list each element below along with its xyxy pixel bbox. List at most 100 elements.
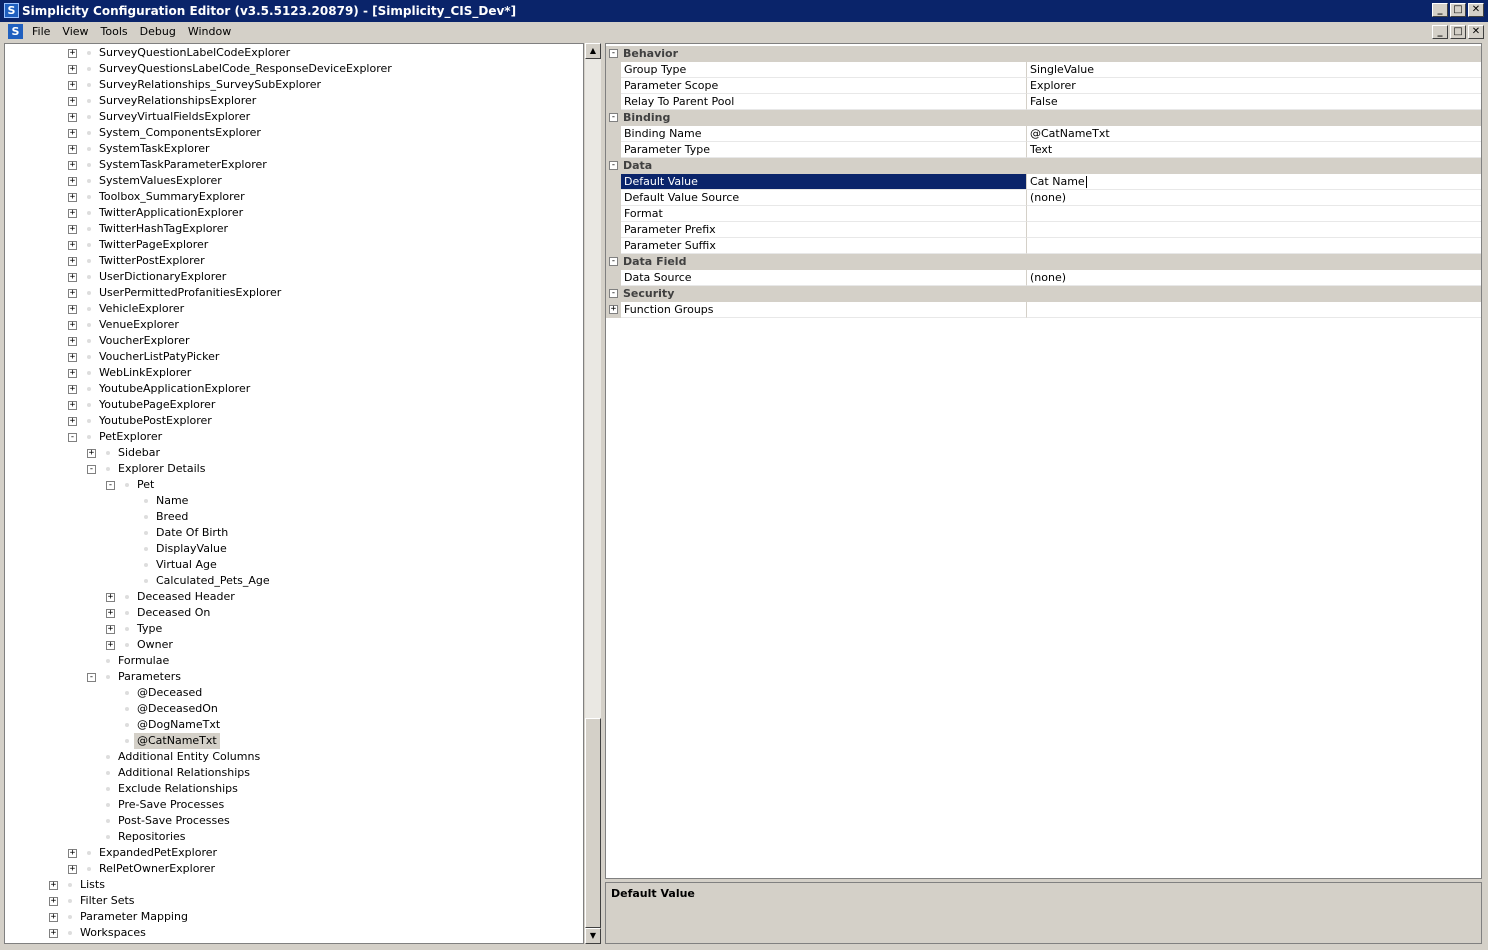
tree-node[interactable]: + VoucherListPatyPicker <box>5 349 583 365</box>
collapse-icon[interactable]: - <box>68 433 77 442</box>
expand-icon[interactable]: + <box>68 353 77 362</box>
property-name[interactable]: Default Value <box>621 174 1026 190</box>
property-value-editor[interactable]: Cat Name <box>1026 174 1481 190</box>
tree-node-label[interactable]: PetExplorer <box>99 429 162 445</box>
property-value[interactable]: False <box>1026 94 1481 110</box>
expand-icon[interactable]: + <box>49 913 58 922</box>
expand-icon[interactable]: + <box>68 369 77 378</box>
tree-node-label[interactable]: @DogNameTxt <box>137 717 220 733</box>
tree-node-label[interactable]: Filter Sets <box>80 893 135 909</box>
mdi-close-button[interactable]: ✕ <box>1468 25 1484 39</box>
property-row[interactable]: Relay To Parent Pool False <box>606 94 1481 110</box>
close-button[interactable]: ✕ <box>1468 3 1484 17</box>
tree-node[interactable]: + TwitterPageExplorer <box>5 237 583 253</box>
tree-node-label[interactable]: SystemTaskParameterExplorer <box>99 157 267 173</box>
expand-icon[interactable]: + <box>68 113 77 122</box>
expand-icon[interactable]: + <box>68 97 77 106</box>
tree-node-label[interactable]: Pet <box>137 477 154 493</box>
expand-icon[interactable]: + <box>68 145 77 154</box>
expand-icon[interactable]: + <box>68 401 77 410</box>
maximize-button[interactable]: □ <box>1450 3 1466 17</box>
tree-node[interactable]: + Parameter Mapping <box>5 909 583 925</box>
tree-node[interactable]: + TwitterHashTagExplorer <box>5 221 583 237</box>
tree-node-label[interactable]: Sidebar <box>118 445 160 461</box>
expand-icon[interactable]: + <box>68 321 77 330</box>
expand-icon[interactable]: + <box>106 609 115 618</box>
tree-node-label[interactable]: Additional Relationships <box>118 765 250 781</box>
expand-icon[interactable]: + <box>68 337 77 346</box>
tree-node[interactable]: + ExpandedPetExplorer <box>5 845 583 861</box>
property-row[interactable]: Data Source (none) <box>606 270 1481 286</box>
tree-node[interactable]: + SurveyRelationshipsExplorer <box>5 93 583 109</box>
property-row[interactable]: Parameter Suffix <box>606 238 1481 254</box>
tree-node-label[interactable]: @Deceased <box>137 685 202 701</box>
property-value[interactable]: (none) <box>1026 270 1481 286</box>
property-value[interactable] <box>1026 206 1481 222</box>
tree-node[interactable]: + SystemTaskExplorer <box>5 141 583 157</box>
tree-node[interactable]: @CatNameTxt <box>5 733 583 749</box>
scroll-thumb[interactable] <box>585 718 601 928</box>
property-value[interactable] <box>1026 302 1481 318</box>
tree-node-label[interactable]: @CatNameTxt <box>134 733 220 749</box>
expand-icon[interactable]: + <box>68 257 77 266</box>
tree-node-label[interactable]: Repositories <box>118 829 186 845</box>
tree-node-label[interactable]: SurveyVirtualFieldsExplorer <box>99 109 250 125</box>
mdi-restore-button[interactable]: □ <box>1450 25 1466 39</box>
menu-window[interactable]: Window <box>182 22 237 42</box>
property-name[interactable]: Function Groups <box>621 302 1026 318</box>
scroll-down-arrow-icon[interactable]: ▼ <box>585 928 601 944</box>
tree-node[interactable]: + UserDictionaryExplorer <box>5 269 583 285</box>
tree-node-label[interactable]: VenueExplorer <box>99 317 179 333</box>
tree-node[interactable]: + Deceased On <box>5 605 583 621</box>
menu-debug[interactable]: Debug <box>134 22 182 42</box>
tree-node[interactable]: + VenueExplorer <box>5 317 583 333</box>
property-value[interactable]: (none) <box>1026 190 1481 206</box>
collapse-icon[interactable]: - <box>609 49 618 58</box>
tree-node[interactable]: Additional Relationships <box>5 765 583 781</box>
tree-node[interactable]: - Parameters <box>5 669 583 685</box>
expand-icon[interactable]: + <box>68 273 77 282</box>
expand-icon[interactable]: + <box>49 929 58 938</box>
tree-node-label[interactable]: @DeceasedOn <box>137 701 218 717</box>
property-name[interactable]: Parameter Prefix <box>621 222 1026 238</box>
expand-icon[interactable]: + <box>68 193 77 202</box>
expand-icon[interactable]: + <box>68 177 77 186</box>
property-category[interactable]: - Binding <box>606 110 1481 126</box>
tree-node-label[interactable]: SurveyRelationships_SurveySubExplorer <box>99 77 321 93</box>
expand-icon[interactable]: + <box>68 65 77 74</box>
tree-node[interactable]: Date Of Birth <box>5 525 583 541</box>
tree-node-label[interactable]: Workspaces <box>80 925 146 941</box>
tree-node[interactable]: - Pet <box>5 477 583 493</box>
property-row[interactable]: + Function Groups <box>606 302 1481 318</box>
tree-node-label[interactable]: Exclude Relationships <box>118 781 238 797</box>
tree-node-label[interactable]: DisplayValue <box>156 541 227 557</box>
tree-node[interactable]: + Filter Sets <box>5 893 583 909</box>
tree-node-label[interactable]: Additional Entity Columns <box>118 749 260 765</box>
tree-node[interactable]: + Toolbox_SummaryExplorer <box>5 189 583 205</box>
tree-scrollbar[interactable]: ▲ ▼ <box>585 43 601 944</box>
collapse-icon[interactable]: - <box>609 289 618 298</box>
tree-node-label[interactable]: SurveyRelationshipsExplorer <box>99 93 256 109</box>
property-row[interactable]: Parameter Scope Explorer <box>606 78 1481 94</box>
expand-icon[interactable]: + <box>68 81 77 90</box>
collapse-icon[interactable]: - <box>609 257 618 266</box>
tree-node-label[interactable]: Parameters <box>118 669 181 685</box>
tree-node-label[interactable]: YoutubeApplicationExplorer <box>99 381 250 397</box>
tree-node[interactable]: + Deceased Header <box>5 589 583 605</box>
collapse-icon[interactable]: - <box>87 465 96 474</box>
expand-icon[interactable]: + <box>68 385 77 394</box>
tree-node-label[interactable]: VehicleExplorer <box>99 301 184 317</box>
expand-icon[interactable]: + <box>68 289 77 298</box>
tree-node-label[interactable]: SurveyQuestionsLabelCode_ResponseDeviceE… <box>99 61 392 77</box>
expand-icon[interactable]: + <box>106 593 115 602</box>
expand-icon[interactable]: + <box>49 897 58 906</box>
tree-node[interactable]: Virtual Age <box>5 557 583 573</box>
tree-node[interactable]: Calculated_Pets_Age <box>5 573 583 589</box>
menu-view[interactable]: View <box>56 22 94 42</box>
tree-node[interactable]: @Deceased <box>5 685 583 701</box>
expand-icon[interactable]: + <box>68 305 77 314</box>
tree-node[interactable]: + VoucherExplorer <box>5 333 583 349</box>
expand-icon[interactable]: + <box>68 161 77 170</box>
tree-node[interactable]: + SurveyQuestionLabelCodeExplorer <box>5 45 583 61</box>
tree-node[interactable]: + Owner <box>5 637 583 653</box>
